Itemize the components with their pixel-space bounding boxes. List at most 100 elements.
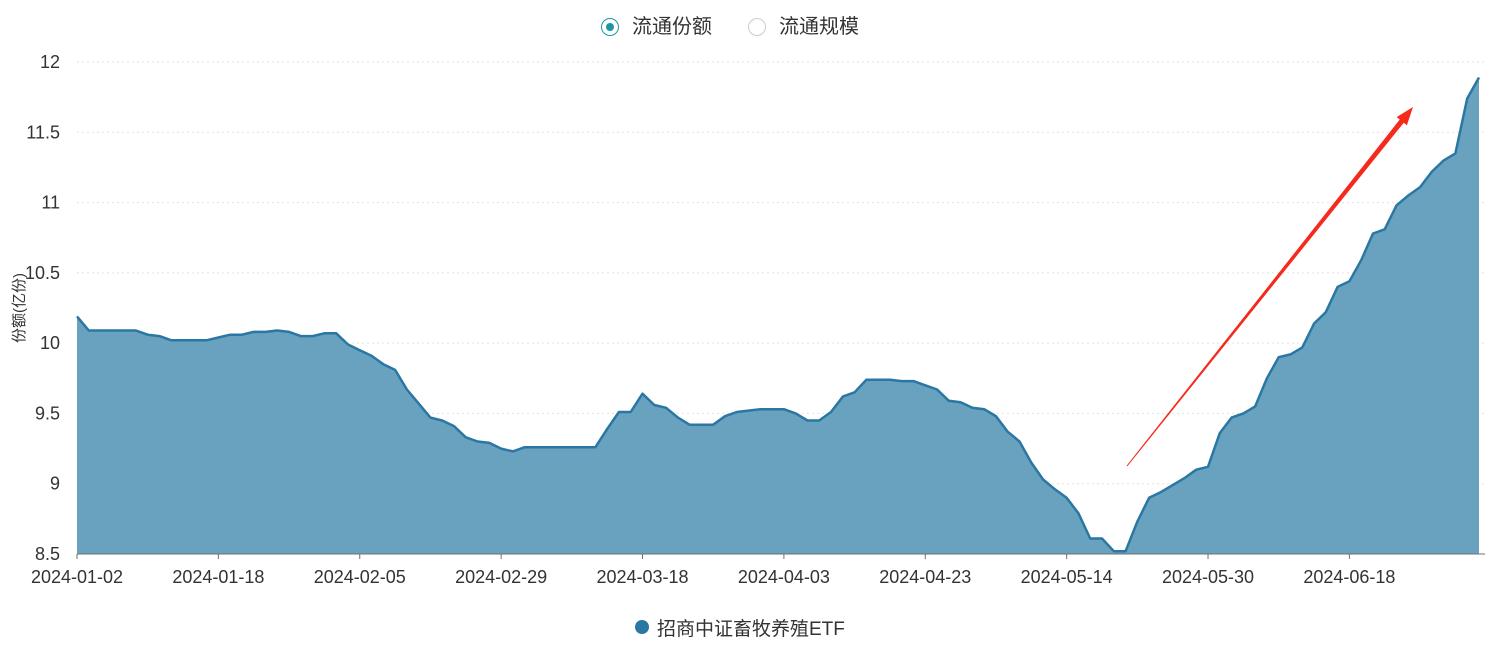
- data-point: [864, 378, 868, 382]
- data-point: [1395, 203, 1399, 207]
- y-tick-label: 8.5: [35, 544, 60, 564]
- data-point: [546, 445, 550, 449]
- data-point: [1477, 76, 1481, 80]
- data-point: [1100, 537, 1104, 541]
- data-point: [853, 390, 857, 394]
- data-point: [346, 343, 350, 347]
- data-point: [688, 423, 692, 427]
- data-point: [982, 407, 986, 411]
- data-point: [1206, 465, 1210, 469]
- data-point: [1218, 431, 1222, 435]
- data-point: [523, 445, 527, 449]
- data-point: [994, 414, 998, 418]
- data-point: [287, 330, 291, 334]
- data-point: [900, 379, 904, 383]
- data-point: [1029, 461, 1033, 465]
- data-point: [711, 423, 715, 427]
- data-point: [629, 410, 633, 414]
- data-point: [641, 392, 645, 396]
- data-point: [1135, 520, 1139, 524]
- data-point: [370, 354, 374, 358]
- data-point: [1159, 490, 1163, 494]
- data-point: [876, 378, 880, 382]
- share-area-chart: 8.599.51010.51111.512 2024-01-02 2024-01-…: [11, 52, 1485, 587]
- data-point: [935, 388, 939, 392]
- data-point: [970, 406, 974, 410]
- legend-label: 招商中证畜牧养殖ETF: [657, 618, 845, 640]
- data-point: [1312, 322, 1316, 326]
- data-point: [1406, 194, 1410, 198]
- x-tick-label: 2024-05-14: [1021, 567, 1113, 587]
- data-point: [1442, 158, 1446, 162]
- legend-item[interactable]: 招商中证畜牧养殖ETF: [635, 615, 845, 640]
- legend-marker-icon: [635, 620, 649, 634]
- data-point: [558, 445, 562, 449]
- data-point: [299, 334, 303, 338]
- data-point: [1300, 345, 1304, 349]
- data-point: [275, 329, 279, 333]
- data-point: [1076, 511, 1080, 515]
- data-point: [912, 379, 916, 383]
- data-point: [593, 445, 597, 449]
- data-point: [205, 338, 209, 342]
- data-point: [499, 447, 503, 451]
- data-point: [570, 445, 574, 449]
- data-point: [817, 419, 821, 423]
- data-point: [1453, 151, 1457, 155]
- data-point: [923, 383, 927, 387]
- data-point: [1018, 440, 1022, 444]
- data-point: [393, 368, 397, 372]
- data-point: [1194, 468, 1198, 472]
- data-point: [381, 362, 385, 366]
- data-point: [240, 333, 244, 337]
- data-point: [829, 410, 833, 414]
- x-tick-label: 2024-02-05: [314, 567, 406, 587]
- data-point: [358, 348, 362, 352]
- data-point: [1230, 416, 1234, 420]
- data-point: [841, 395, 845, 399]
- data-point: [75, 314, 79, 318]
- data-point: [676, 416, 680, 420]
- data-point: [888, 378, 892, 382]
- data-point: [735, 410, 739, 414]
- data-point: [1241, 411, 1245, 415]
- data-point: [1183, 476, 1187, 480]
- y-tick-label: 9: [50, 474, 60, 494]
- data-point: [405, 388, 409, 392]
- data-point: [428, 416, 432, 420]
- data-point: [699, 423, 703, 427]
- data-point: [582, 445, 586, 449]
- data-point: [747, 409, 751, 413]
- data-point: [158, 334, 162, 338]
- data-point: [758, 407, 762, 411]
- data-point: [1430, 170, 1434, 174]
- data-point: [1347, 279, 1351, 283]
- y-tick-label: 12: [40, 52, 60, 72]
- data-point: [770, 407, 774, 411]
- data-point: [311, 334, 315, 338]
- data-point: [452, 424, 456, 428]
- data-point: [806, 419, 810, 423]
- x-tick-label: 2024-02-29: [455, 567, 547, 587]
- data-point: [1418, 185, 1422, 189]
- data-point: [1465, 97, 1469, 101]
- data-point: [1147, 496, 1151, 500]
- data-point: [1088, 537, 1092, 541]
- data-point: [1359, 258, 1363, 262]
- x-tick-label: 2024-04-03: [738, 567, 830, 587]
- y-tick-label: 10: [40, 333, 60, 353]
- data-point: [664, 406, 668, 410]
- data-point: [605, 427, 609, 431]
- data-point: [1041, 478, 1045, 482]
- data-point: [334, 331, 338, 335]
- y-tick-label: 11: [41, 193, 60, 213]
- data-point: [252, 330, 256, 334]
- data-point: [511, 449, 515, 453]
- x-tick-label: 2024-04-23: [879, 567, 971, 587]
- data-point: [1265, 376, 1269, 380]
- x-tick-label: 2024-01-02: [31, 567, 123, 587]
- data-point: [1336, 285, 1340, 289]
- data-point: [1065, 496, 1069, 500]
- data-point: [193, 338, 197, 342]
- y-tick-label: 9.5: [35, 403, 60, 423]
